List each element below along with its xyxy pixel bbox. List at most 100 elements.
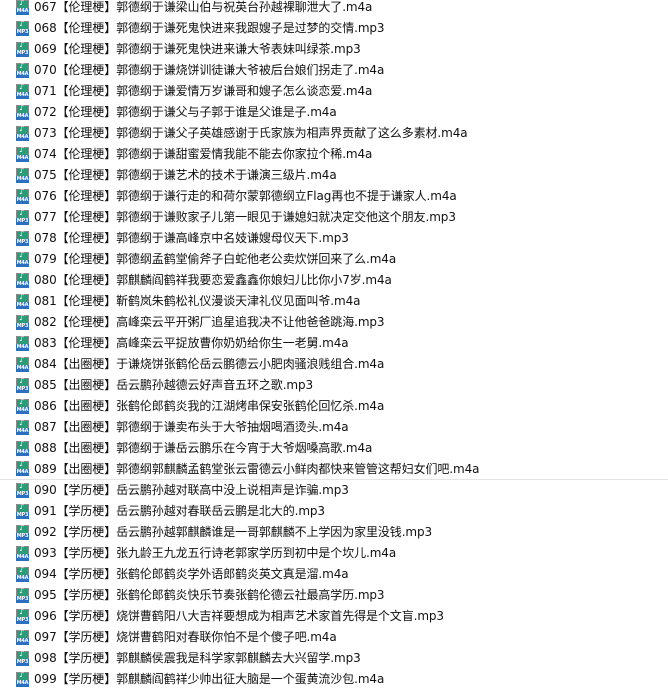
file-name: 098【学历梗】郭麒麟侯震我是科学家郭麒麟去大兴留学.mp3 <box>34 651 361 665</box>
file-row[interactable]: M4A 087【出圈梗】郭德纲于谦卖布头于大爷抽烟喝酒烫头.m4a <box>0 417 668 438</box>
file-row[interactable]: M4A 072【伦理梗】郭德纲于谦父与子郭于谁是父谁是子.m4a <box>0 102 668 123</box>
file-type-tag: M4A <box>16 553 29 561</box>
audio-file-icon: M4A <box>16 418 30 436</box>
file-type-tag: M4A <box>16 406 29 414</box>
file-row[interactable]: M4A 075【伦理梗】郭德纲于谦艺术的技术于谦演三级片.m4a <box>0 165 668 186</box>
file-row[interactable]: MP3 082【伦理梗】高峰栾云平开粥厂追星追我决不让他爸爸跳海.mp3 <box>0 312 668 333</box>
file-type-tag: M4A <box>16 448 29 456</box>
file-name: 072【伦理梗】郭德纲于谦父与子郭于谁是父谁是子.m4a <box>34 105 337 119</box>
file-row[interactable]: MP3 096【学历梗】烧饼曹鹤阳八大吉祥要想成为相声艺术家首先得是个文盲.mp3 <box>0 606 668 627</box>
audio-file-icon: MP3 <box>16 313 30 331</box>
file-type-tag: M4A <box>16 679 29 687</box>
file-row[interactable]: M4A 088【出圈梗】郭德纲于谦岳云鹏乐在今宵于大爷烟嗓高歌.m4a <box>0 438 668 459</box>
audio-file-icon: M4A <box>16 628 30 646</box>
file-row[interactable]: M4A 083【伦理梗】高峰栾云平捉放曹你奶奶给你生一老舅.m4a <box>0 333 668 354</box>
file-type-tag: MP3 <box>16 385 29 393</box>
file-type-tag: M4A <box>16 112 29 120</box>
audio-file-icon: MP3 <box>16 502 30 520</box>
file-type-tag: M4A <box>16 175 29 183</box>
audio-file-icon: MP3 <box>16 19 30 37</box>
audio-file-icon: MP3 <box>16 376 30 394</box>
audio-file-icon: M4A <box>16 670 30 688</box>
audio-file-icon: M4A <box>16 355 30 373</box>
file-row[interactable]: M4A 080【伦理梗】郭麒麟阎鹤祥我要恋爱鑫鑫你娘妇儿比你小7岁.m4a <box>0 270 668 291</box>
audio-file-icon: MP3 <box>16 649 30 667</box>
file-row[interactable]: M4A 070【伦理梗】郭德纲于谦烧饼训徒谦大爷被后台娘们拐走了.m4a <box>0 60 668 81</box>
file-name: 074【伦理梗】郭德纲于谦甜蜜爱情我能不能去你家拉个稀.m4a <box>34 147 373 161</box>
file-name: 089【出圈梗】郭德纲郭麒麟孟鹤堂张云雷德云小鲜肉都快来管管这帮妇女们吧.m4a <box>34 461 480 476</box>
audio-file-icon: MP3 <box>16 586 30 604</box>
file-row[interactable]: M4A 094【学历梗】张鹤伦郎鹤炎学外语郎鹤炎英文真是溜.m4a <box>0 564 668 585</box>
file-name: 080【伦理梗】郭麒麟阎鹤祥我要恋爱鑫鑫你娘妇儿比你小7岁.m4a <box>34 273 392 287</box>
file-type-tag: MP3 <box>16 49 29 57</box>
file-name: 081【伦理梗】靳鹤岚朱鹤松礼仪漫谈天津礼仪见面叫爷.m4a <box>34 294 361 308</box>
file-row[interactable]: M4A 099【学历梗】郭麒麟阎鹤祥少帅出征大脑是一个蛋黄流沙包.m4a <box>0 669 668 690</box>
audio-file-icon: M4A <box>16 565 30 583</box>
file-row[interactable]: M4A 081【伦理梗】靳鹤岚朱鹤松礼仪漫谈天津礼仪见面叫爷.m4a <box>0 291 668 312</box>
file-row[interactable]: MP3 077【伦理梗】郭德纲于谦败家子儿第一眼见于谦媳妇就决定交他这个朋友.mp… <box>0 207 668 228</box>
file-row[interactable]: M4A 097【学历梗】烧饼曹鹤阳对春联你怕不是个傻子吧.m4a <box>0 627 668 648</box>
file-name: 077【伦理梗】郭德纲于谦败家子儿第一眼见于谦媳妇就决定交他这个朋友.mp3 <box>34 210 456 224</box>
file-row[interactable]: MP3 091【学历梗】岳云鹏孙越对春联岳云鹏是北大的.mp3 <box>0 501 668 522</box>
file-type-tag: MP3 <box>16 511 29 519</box>
file-row[interactable]: MP3 092【学历梗】岳云鹏孙越郭麒麟谁是一哥郭麒麟不上学因为家里没钱.mp3 <box>0 522 668 543</box>
file-row[interactable]: MP3 098【学历梗】郭麒麟侯震我是科学家郭麒麟去大兴留学.mp3 <box>0 648 668 669</box>
audio-file-icon: M4A <box>16 0 30 16</box>
file-row[interactable]: M4A 073【伦理梗】郭德纲于谦父子英雄感谢于氏家族为相声界贡献了这么多素材.m… <box>0 123 668 144</box>
file-name: 093【学历梗】张九龄王九龙五行诗老郭家学历到初中是个坎儿.m4a <box>34 546 397 560</box>
audio-file-icon: M4A <box>16 103 30 121</box>
file-name: 087【出圈梗】郭德纲于谦卖布头于大爷抽烟喝酒烫头.m4a <box>34 420 349 434</box>
file-type-tag: M4A <box>16 91 29 99</box>
audio-file-icon: MP3 <box>16 229 30 247</box>
file-name: 085【出圈梗】岳云鹏孙越德云好声音五环之歌.mp3 <box>34 378 314 392</box>
file-row[interactable]: M4A 067【伦理梗】郭德纲于谦梁山伯与祝英台孙越裸聊泄大了.m4a <box>0 0 668 18</box>
audio-file-icon: M4A <box>16 271 30 289</box>
audio-file-icon: MP3 <box>16 208 30 226</box>
file-row[interactable]: MP3 069【伦理梗】郭德纲于谦死鬼快进来谦大爷表妹叫绿茶.mp3 <box>0 39 668 60</box>
file-name: 070【伦理梗】郭德纲于谦烧饼训徒谦大爷被后台娘们拐走了.m4a <box>34 63 385 77</box>
file-type-tag: M4A <box>16 7 29 15</box>
file-row[interactable]: M4A 071【伦理梗】郭德纲于谦爱情万岁谦哥和嫂子怎么谈恋爱.m4a <box>0 81 668 102</box>
file-type-tag: MP3 <box>16 217 29 225</box>
file-name: 084【出圈梗】于谦烧饼张鹤伦岳云鹏德云小肥肉骚浪贱组合.m4a <box>34 357 385 371</box>
file-type-tag: MP3 <box>16 238 29 246</box>
file-name: 071【伦理梗】郭德纲于谦爱情万岁谦哥和嫂子怎么谈恋爱.m4a <box>34 84 373 98</box>
audio-file-icon: MP3 <box>16 481 30 499</box>
file-type-tag: M4A <box>16 154 29 162</box>
file-name: 068【伦理梗】郭德纲于谦死鬼快进来我跟嫂子是过梦的交情.mp3 <box>34 21 385 35</box>
file-row[interactable]: M4A 089【出圈梗】郭德纲郭麒麟孟鹤堂张云雷德云小鲜肉都快来管管这帮妇女们吧.… <box>0 459 668 480</box>
file-name: 073【伦理梗】郭德纲于谦父子英雄感谢于氏家族为相声界贡献了这么多素材.m4a <box>34 126 468 140</box>
file-type-tag: MP3 <box>16 28 29 36</box>
audio-file-icon: M4A <box>16 439 30 457</box>
file-type-tag: MP3 <box>16 616 29 624</box>
audio-file-icon: M4A <box>16 292 30 310</box>
file-name: 097【学历梗】烧饼曹鹤阳对春联你怕不是个傻子吧.m4a <box>34 630 337 644</box>
file-row[interactable]: M4A 086【出圈梗】张鹤伦郎鹤炎我的江湖烤串保安张鹤伦回忆杀.m4a <box>0 396 668 417</box>
file-type-tag: M4A <box>16 637 29 645</box>
file-row[interactable]: M4A 074【伦理梗】郭德纲于谦甜蜜爱情我能不能去你家拉个稀.m4a <box>0 144 668 165</box>
file-type-tag: MP3 <box>16 532 29 540</box>
file-type-tag: M4A <box>16 427 29 435</box>
file-row[interactable]: M4A 079【伦理梗】郭德纲孟鹤堂偷斧子白蛇他老公卖炊饼回来了么.m4a <box>0 249 668 270</box>
audio-file-icon: M4A <box>16 166 30 184</box>
audio-file-icon: M4A <box>16 61 30 79</box>
file-row[interactable]: MP3 095【学历梗】张鹤伦郎鹤炎快乐节奏张鹤伦德云社最高学历.mp3 <box>0 585 668 606</box>
audio-file-icon: M4A <box>16 544 30 562</box>
file-row[interactable]: MP3 078【伦理梗】郭德纲于谦高峰京中名妓谦嫂母仪天下.mp3 <box>0 228 668 249</box>
file-row[interactable]: MP3 090【学历梗】岳云鹏孙越对联高中没上说相声是诈骗.mp3 <box>0 480 668 501</box>
file-name: 099【学历梗】郭麒麟阎鹤祥少帅出征大脑是一个蛋黄流沙包.m4a <box>34 672 385 686</box>
file-name: 075【伦理梗】郭德纲于谦艺术的技术于谦演三级片.m4a <box>34 168 337 182</box>
audio-file-icon: M4A <box>16 82 30 100</box>
file-type-tag: MP3 <box>16 595 29 603</box>
audio-file-icon: MP3 <box>16 40 30 58</box>
audio-file-icon: M4A <box>16 187 30 205</box>
file-row[interactable]: M4A 084【出圈梗】于谦烧饼张鹤伦岳云鹏德云小肥肉骚浪贱组合.m4a <box>0 354 668 375</box>
audio-file-icon: MP3 <box>16 607 30 625</box>
file-row[interactable]: M4A 093【学历梗】张九龄王九龙五行诗老郭家学历到初中是个坎儿.m4a <box>0 543 668 564</box>
file-type-tag: M4A <box>16 301 29 309</box>
file-row[interactable]: M4A 076【伦理梗】郭德纲于谦行走的和荷尔蒙郭德纲立Flag再也不提于谦家人.… <box>0 186 668 207</box>
file-name: 083【伦理梗】高峰栾云平捉放曹你奶奶给你生一老舅.m4a <box>34 336 349 350</box>
file-row[interactable]: MP3 085【出圈梗】岳云鹏孙越德云好声音五环之歌.mp3 <box>0 375 668 396</box>
file-type-tag: M4A <box>16 133 29 141</box>
file-row[interactable]: MP3 068【伦理梗】郭德纲于谦死鬼快进来我跟嫂子是过梦的交情.mp3 <box>0 18 668 39</box>
